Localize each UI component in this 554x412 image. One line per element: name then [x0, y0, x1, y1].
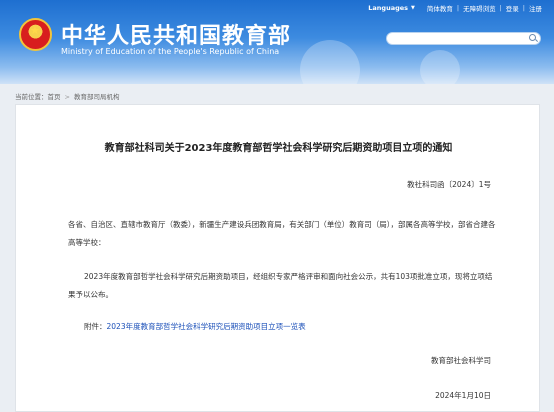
- document-number: 教社科司函〔2024〕1号: [407, 180, 491, 189]
- nav-link-login[interactable]: 登录: [506, 3, 519, 13]
- document-date: 2024年1月10日: [435, 391, 491, 400]
- search-box-overlay: [386, 32, 541, 45]
- header-decoration: [300, 40, 360, 84]
- document-title: 教育部社科司关于2023年度教育部哲学社会科学研究后期资助项目立项的通知: [104, 143, 453, 154]
- top-nav: Languages ▼ 简体教育 | 无障碍浏览 | 登录 | 注册: [368, 3, 542, 13]
- nav-link-register[interactable]: 注册: [529, 3, 542, 13]
- breadcrumb: 当前位置：首页 > 教育部司局机构: [15, 91, 119, 101]
- attachment-link[interactable]: 2023年度教育部哲学社会科学研究后期资助项目立项一览表: [107, 322, 306, 331]
- article-panel: 教育部社科司关于2023年度教育部哲学社会科学研究后期资助项目立项的通知 教社科…: [15, 104, 540, 412]
- body-paragraph: 2023年度教育部哲学社会科学研究后期资助项目，经组织专家严格评审和面向社会公示…: [68, 272, 493, 299]
- site-title[interactable]: 中华人民共和国教育部: [61, 18, 291, 50]
- nav-divider: |: [456, 4, 460, 12]
- attachment-label: 附件：: [84, 322, 107, 331]
- site-subtitle: Ministry of Education of the People's Re…: [61, 47, 280, 56]
- national-emblem-icon[interactable]: [19, 18, 52, 51]
- header-decoration: [420, 50, 460, 84]
- languages-menu[interactable]: Languages: [368, 4, 408, 12]
- breadcrumb-prefix: 当前位置：: [15, 93, 48, 101]
- breadcrumb-home[interactable]: 首页: [48, 93, 61, 101]
- addressee-paragraph: 各省、自治区、直辖市教育厅（教委），新疆生产建设兵团教育局，有关部门（单位）教育…: [68, 220, 496, 247]
- chevron-down-icon[interactable]: ▼: [411, 5, 415, 11]
- nav-divider: |: [522, 4, 525, 12]
- breadcrumb-section[interactable]: 教育部司局机构: [74, 93, 120, 101]
- search-icon[interactable]: [529, 34, 536, 41]
- breadcrumb-separator: >: [64, 93, 70, 101]
- site-header: 中华人民共和国教育部 Ministry of Education of the …: [0, 0, 554, 84]
- nav-link-simplified[interactable]: 简体教育: [427, 3, 453, 13]
- attachment-line: 附件：2023年度教育部哲学社会科学研究后期资助项目立项一览表: [84, 321, 306, 332]
- nav-link-accessibility[interactable]: 无障碍浏览: [463, 3, 496, 13]
- document-signer: 教育部社会科学司: [431, 356, 491, 365]
- nav-divider: |: [499, 4, 502, 12]
